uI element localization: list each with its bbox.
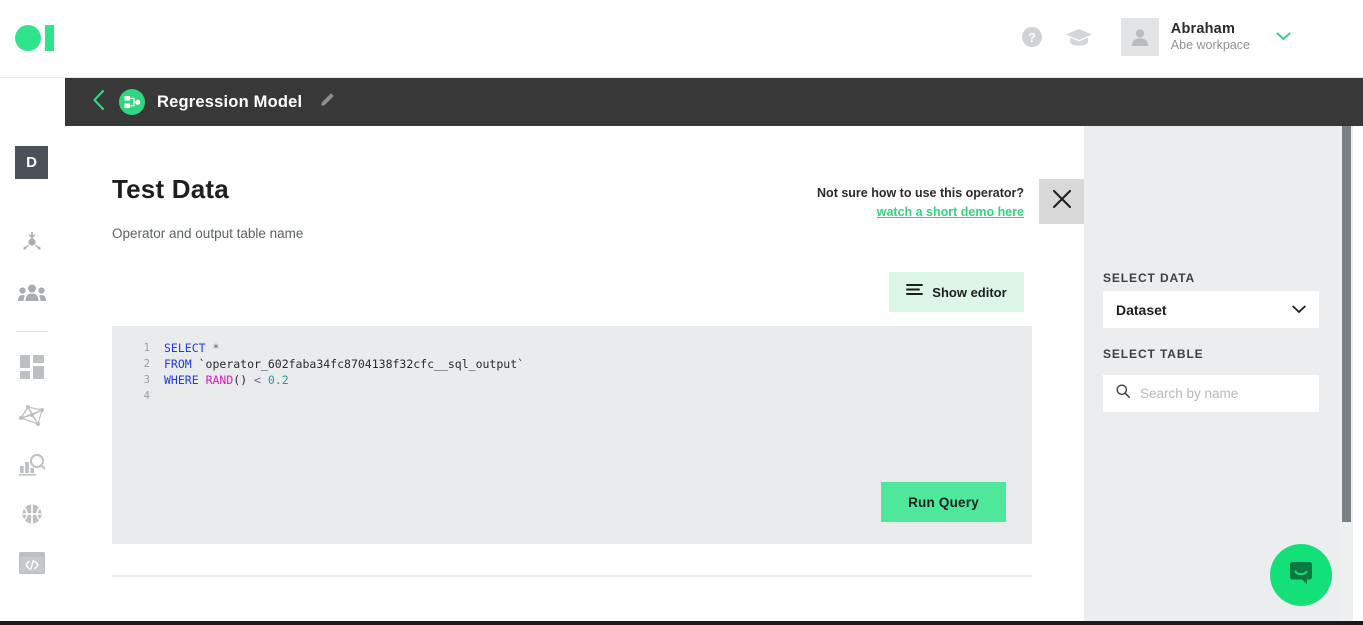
main-panel: Test Data Operator and output table name… <box>65 126 1084 625</box>
sidebar-item-analytics[interactable] <box>15 448 48 481</box>
user-identity: Abraham Abe workpace <box>1171 20 1250 54</box>
user-name: Abraham <box>1170 21 1236 38</box>
window-bottom-edge <box>0 621 1363 625</box>
run-query-label: Run Query <box>908 494 979 510</box>
people-group-icon <box>17 284 46 301</box>
sql-line-number: 3 <box>143 374 150 386</box>
sidebar-divider <box>16 331 48 332</box>
watch-demo-link[interactable]: watch a short demo here <box>877 205 1024 219</box>
sql-line-text: FROM `operator_602faba34fc8704138f32cfc_… <box>164 357 525 371</box>
graduation-cap-icon[interactable] <box>1065 27 1092 47</box>
app-root: ? Abraham Abe workpace Regression Model … <box>0 0 1363 625</box>
svg-text:?: ? <box>1028 30 1036 45</box>
chart-search-icon <box>18 453 45 476</box>
sidebar-item-network[interactable] <box>15 399 48 432</box>
section-divider <box>112 575 1032 577</box>
editor-lines-icon <box>906 283 924 301</box>
user-menu[interactable]: Abraham Abe workpace <box>1120 18 1291 56</box>
sidebar-item-team[interactable] <box>15 276 48 309</box>
network-graph-icon <box>18 404 44 426</box>
search-icon <box>1116 384 1130 403</box>
sql-code-line: 1 SELECT * <box>112 340 1032 356</box>
run-query-button[interactable]: Run Query <box>881 482 1006 522</box>
select-data-value: Dataset <box>1116 301 1167 318</box>
show-editor-label: Show editor <box>932 284 1007 300</box>
brain-icon <box>22 504 41 523</box>
sidebar-item-ml[interactable] <box>15 497 48 530</box>
sql-line-text: WHERE RAND() < 0.2 <box>164 373 289 387</box>
chat-launcher-button[interactable] <box>1270 544 1332 606</box>
logo-dot-icon <box>15 25 41 51</box>
sql-editor[interactable]: 1 SELECT * 2 FROM `operator_602faba34fc8704… <box>112 326 1032 544</box>
user-workspace: Abe workpace <box>1170 38 1250 53</box>
top-bar-actions: ? Abraham Abe workpace <box>1021 18 1291 56</box>
sql-code-area[interactable]: 1 SELECT * 2 FROM `operator_602faba34fc8704… <box>112 340 1032 404</box>
user-avatar-icon <box>1120 18 1159 56</box>
left-rail: D <box>0 126 65 625</box>
select-data-dropdown[interactable]: Dataset <box>1103 291 1319 328</box>
help-circle-icon[interactable]: ? <box>1021 26 1043 48</box>
sidebar-item-dashboard[interactable] <box>15 350 48 383</box>
page-scrollbar-thumb[interactable] <box>1342 126 1351 522</box>
top-bar: ? Abraham Abe workpace <box>0 0 1363 78</box>
page-title: Test Data <box>112 174 229 204</box>
sidebar-workspace-badge[interactable]: D <box>15 146 48 179</box>
sql-code-line: 2 FROM `operator_602faba34fc8704138f32cfc… <box>112 356 1032 372</box>
sidebar-item-code[interactable] <box>15 546 48 579</box>
sql-code-line: 3 WHERE RAND() < 0.2 <box>112 372 1032 388</box>
select-table-label: SELECT TABLE <box>1103 347 1204 361</box>
sql-line-number: 2 <box>143 358 150 370</box>
project-bar: Regression Model <box>65 78 1363 126</box>
sql-line-number: 4 <box>143 390 150 402</box>
dashboard-grid-icon <box>19 354 44 379</box>
demo-question: Not sure how to use this operator? <box>817 186 1024 200</box>
search-input[interactable] <box>1140 386 1300 401</box>
select-data-label: SELECT DATA <box>1103 271 1196 285</box>
table-search-box[interactable] <box>1103 375 1319 412</box>
demo-help-block: Not sure how to use this operator? watch… <box>817 186 1024 221</box>
logo-bar-icon <box>45 25 54 51</box>
close-panel-button[interactable] <box>1039 179 1084 224</box>
workflow-node-icon <box>119 89 145 115</box>
sidebar-item-data-flow[interactable] <box>15 226 48 259</box>
data-flow-icon <box>22 231 41 250</box>
chevron-down-icon[interactable] <box>1276 28 1291 46</box>
chevron-down-icon <box>1292 301 1306 319</box>
code-window-icon <box>18 551 45 574</box>
pencil-icon[interactable] <box>320 92 335 112</box>
sql-code-line: 4 <box>112 388 1032 404</box>
sql-line-text: SELECT * <box>164 341 220 355</box>
chevron-left-icon[interactable] <box>91 89 107 116</box>
page-subtitle: Operator and output table name <box>112 226 304 241</box>
brand-logo[interactable] <box>15 25 54 51</box>
project-title: Regression Model <box>157 92 303 111</box>
show-editor-button[interactable]: Show editor <box>889 272 1024 312</box>
intercom-chat-icon <box>1286 558 1316 593</box>
sql-line-number: 1 <box>143 342 150 354</box>
close-x-icon <box>1050 187 1074 216</box>
